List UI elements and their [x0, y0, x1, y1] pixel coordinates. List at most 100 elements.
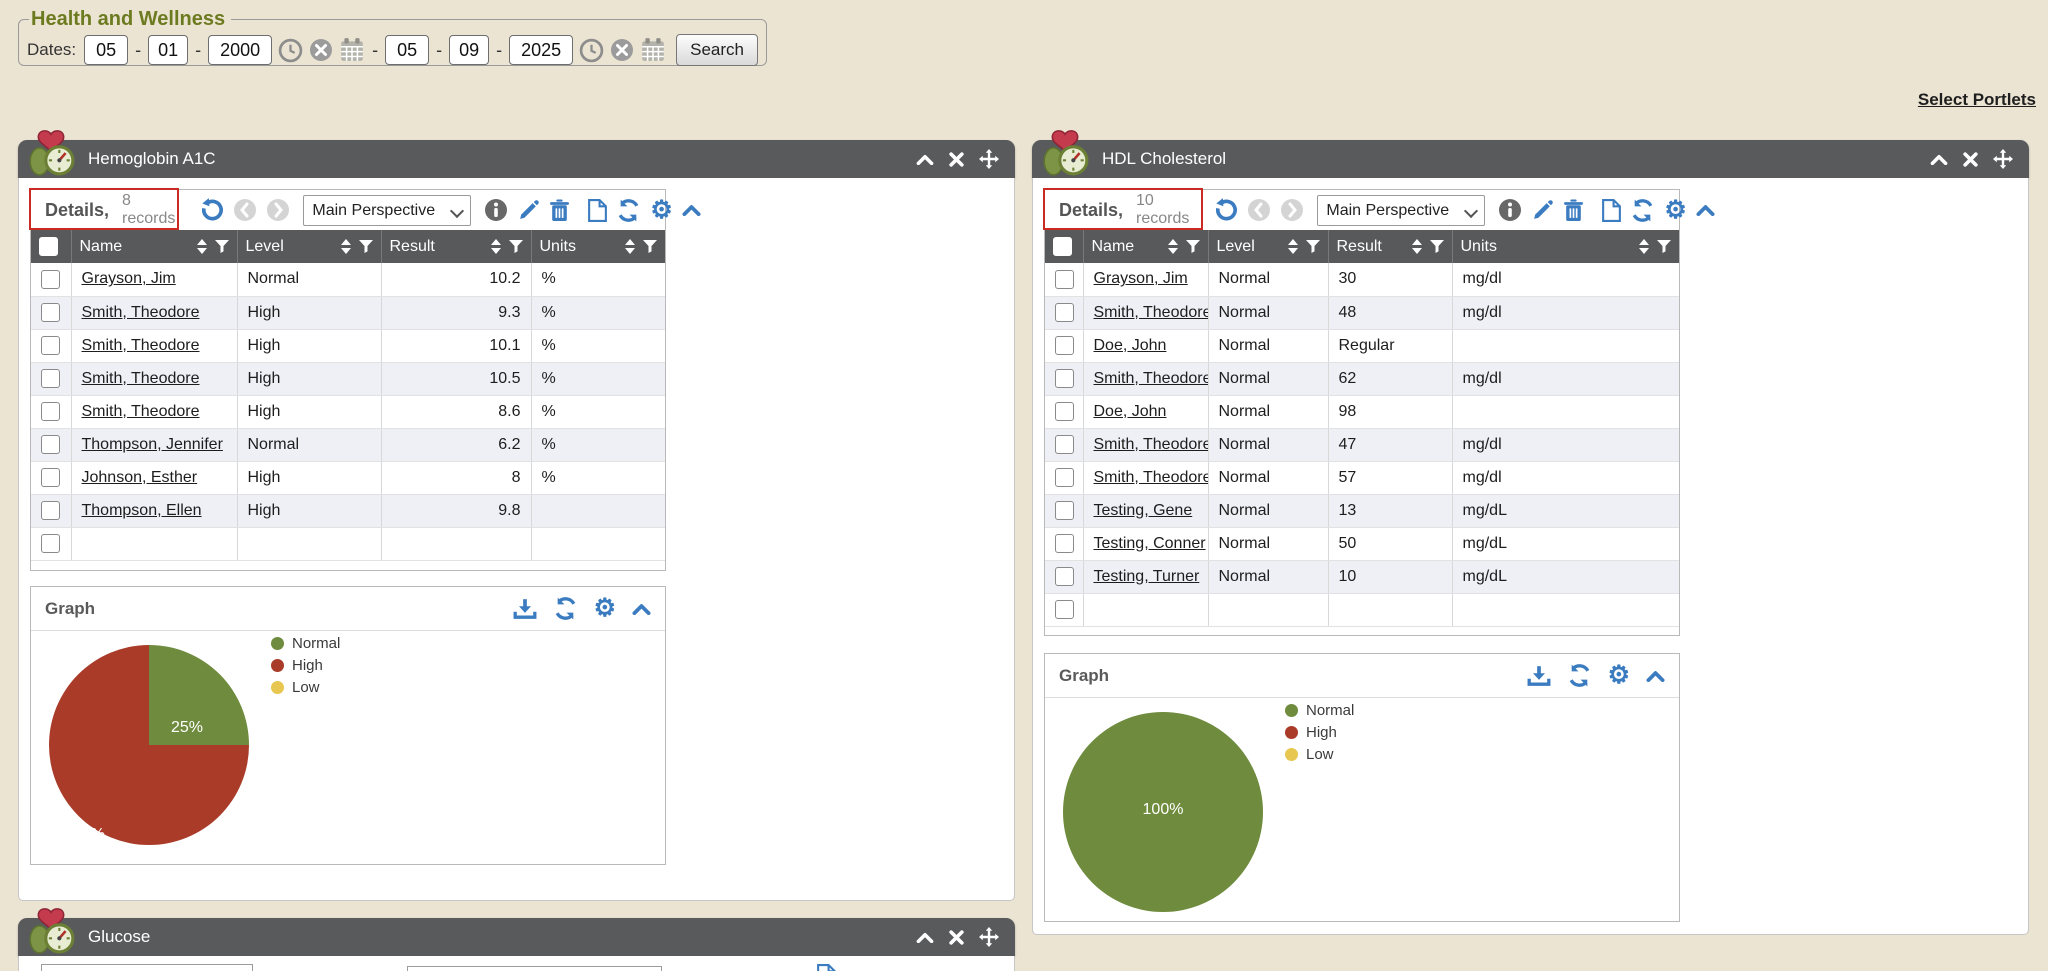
portlet-header[interactable]: HDL Cholesterol [1032, 140, 2029, 178]
gear-icon[interactable]: ⚙ [1608, 663, 1630, 688]
download-icon[interactable] [1527, 665, 1551, 687]
patient-name-link[interactable]: Smith, Theodore [82, 304, 200, 321]
refresh-icon[interactable] [1567, 663, 1592, 688]
from-day-input[interactable] [148, 35, 188, 65]
to-time-icon[interactable] [579, 38, 604, 63]
select-portlets-link[interactable]: Select Portlets [1918, 90, 2036, 110]
to-year-input[interactable] [509, 35, 573, 65]
row-checkbox[interactable] [41, 336, 60, 355]
from-calendar-icon[interactable] [339, 37, 365, 63]
prev-icon[interactable] [1247, 198, 1271, 222]
sort-icon[interactable] [1639, 239, 1649, 254]
close-portlet-icon[interactable] [1963, 152, 1978, 167]
filter-funnel-icon[interactable] [509, 240, 523, 253]
row-checkbox[interactable] [41, 369, 60, 388]
new-document-icon[interactable] [1602, 199, 1621, 222]
patient-name-link[interactable]: Doe, John [1094, 403, 1167, 420]
to-calendar-icon[interactable] [640, 37, 666, 63]
filter-funnel-icon[interactable] [359, 240, 373, 253]
sort-icon[interactable] [491, 239, 501, 254]
patient-name-link[interactable]: Doe, John [1094, 337, 1167, 354]
patient-name-link[interactable]: Thompson, Jennifer [82, 436, 223, 453]
collapse-portlet-icon[interactable] [916, 154, 934, 165]
search-button[interactable]: Search [676, 34, 758, 66]
collapse-section-icon[interactable] [682, 204, 701, 216]
new-document-icon[interactable] [588, 199, 607, 222]
filter-funnel-icon[interactable] [1657, 240, 1671, 253]
row-checkbox[interactable] [41, 303, 60, 322]
patient-name-link[interactable]: Smith, Theodore [82, 370, 200, 387]
row-checkbox[interactable] [41, 501, 60, 520]
select-all-checkbox[interactable] [39, 237, 58, 256]
close-portlet-icon[interactable] [949, 152, 964, 167]
download-icon[interactable] [513, 598, 537, 620]
patient-name-link[interactable]: Smith, Theodore [1094, 370, 1209, 387]
filter-funnel-icon[interactable] [1430, 240, 1444, 253]
new-document-icon[interactable] [817, 964, 836, 971]
refresh-icon[interactable] [553, 596, 578, 621]
perspective-select[interactable]: Main Perspective [1317, 195, 1485, 226]
gear-icon[interactable]: ⚙ [594, 596, 616, 621]
move-portlet-icon[interactable] [1993, 149, 2013, 169]
perspective-select-fragment[interactable] [407, 966, 662, 971]
move-portlet-icon[interactable] [979, 149, 999, 169]
to-month-input[interactable] [385, 35, 429, 65]
sort-icon[interactable] [1288, 239, 1298, 254]
refresh-icon[interactable] [616, 198, 641, 223]
to-clear-icon[interactable] [610, 38, 634, 62]
new-row-checkbox[interactable] [1055, 600, 1074, 619]
from-month-input[interactable] [84, 35, 128, 65]
prev-icon[interactable] [233, 198, 257, 222]
patient-name-link[interactable]: Smith, Theodore [82, 403, 200, 420]
row-checkbox[interactable] [41, 270, 60, 289]
sort-icon[interactable] [1168, 239, 1178, 254]
patient-name-link[interactable]: Testing, Gene [1094, 502, 1193, 519]
row-checkbox[interactable] [41, 402, 60, 421]
trash-icon[interactable] [549, 199, 570, 222]
gear-icon[interactable]: ⚙ [1664, 198, 1686, 223]
move-portlet-icon[interactable] [979, 927, 999, 947]
row-checkbox[interactable] [1055, 303, 1074, 322]
row-checkbox[interactable] [1055, 435, 1074, 454]
new-row-checkbox[interactable] [41, 534, 60, 553]
patient-name-link[interactable]: Testing, Conner [1094, 535, 1206, 552]
from-time-icon[interactable] [278, 38, 303, 63]
portlet-header[interactable]: Glucose [18, 918, 1015, 956]
undo-icon[interactable] [1212, 197, 1238, 223]
from-year-input[interactable] [208, 35, 272, 65]
collapse-portlet-icon[interactable] [916, 932, 934, 943]
next-icon[interactable] [266, 198, 290, 222]
row-checkbox[interactable] [1055, 402, 1074, 421]
collapse-section-icon[interactable] [1696, 204, 1715, 216]
patient-name-link[interactable]: Grayson, Jim [1094, 270, 1188, 287]
trash-icon[interactable] [1563, 199, 1584, 222]
patient-name-link[interactable]: Grayson, Jim [82, 270, 176, 287]
perspective-select[interactable]: Main Perspective [303, 195, 471, 226]
sort-icon[interactable] [341, 239, 351, 254]
patient-name-link[interactable]: Testing, Turner [1094, 568, 1200, 585]
collapse-section-icon[interactable] [632, 603, 651, 615]
select-all-checkbox[interactable] [1053, 237, 1072, 256]
to-day-input[interactable] [449, 35, 489, 65]
patient-name-link[interactable]: Smith, Theodore [1094, 436, 1209, 453]
edit-pencil-icon[interactable] [1531, 199, 1554, 222]
portlet-header[interactable]: Hemoglobin A1C [18, 140, 1015, 178]
gear-icon[interactable]: ⚙ [650, 198, 672, 223]
patient-name-link[interactable]: Thompson, Ellen [82, 502, 202, 519]
filter-funnel-icon[interactable] [215, 240, 229, 253]
filter-funnel-icon[interactable] [1186, 240, 1200, 253]
collapse-section-icon[interactable] [1646, 670, 1665, 682]
undo-icon[interactable] [198, 197, 224, 223]
patient-name-link[interactable]: Smith, Theodore [1094, 304, 1209, 321]
row-checkbox[interactable] [41, 468, 60, 487]
row-checkbox[interactable] [1055, 468, 1074, 487]
row-checkbox[interactable] [1055, 534, 1074, 553]
close-portlet-icon[interactable] [949, 930, 964, 945]
row-checkbox[interactable] [1055, 369, 1074, 388]
info-icon[interactable] [484, 198, 508, 222]
row-checkbox[interactable] [41, 435, 60, 454]
refresh-icon[interactable] [1630, 198, 1655, 223]
filter-funnel-icon[interactable] [1306, 240, 1320, 253]
sort-icon[interactable] [625, 239, 635, 254]
sort-icon[interactable] [197, 239, 207, 254]
